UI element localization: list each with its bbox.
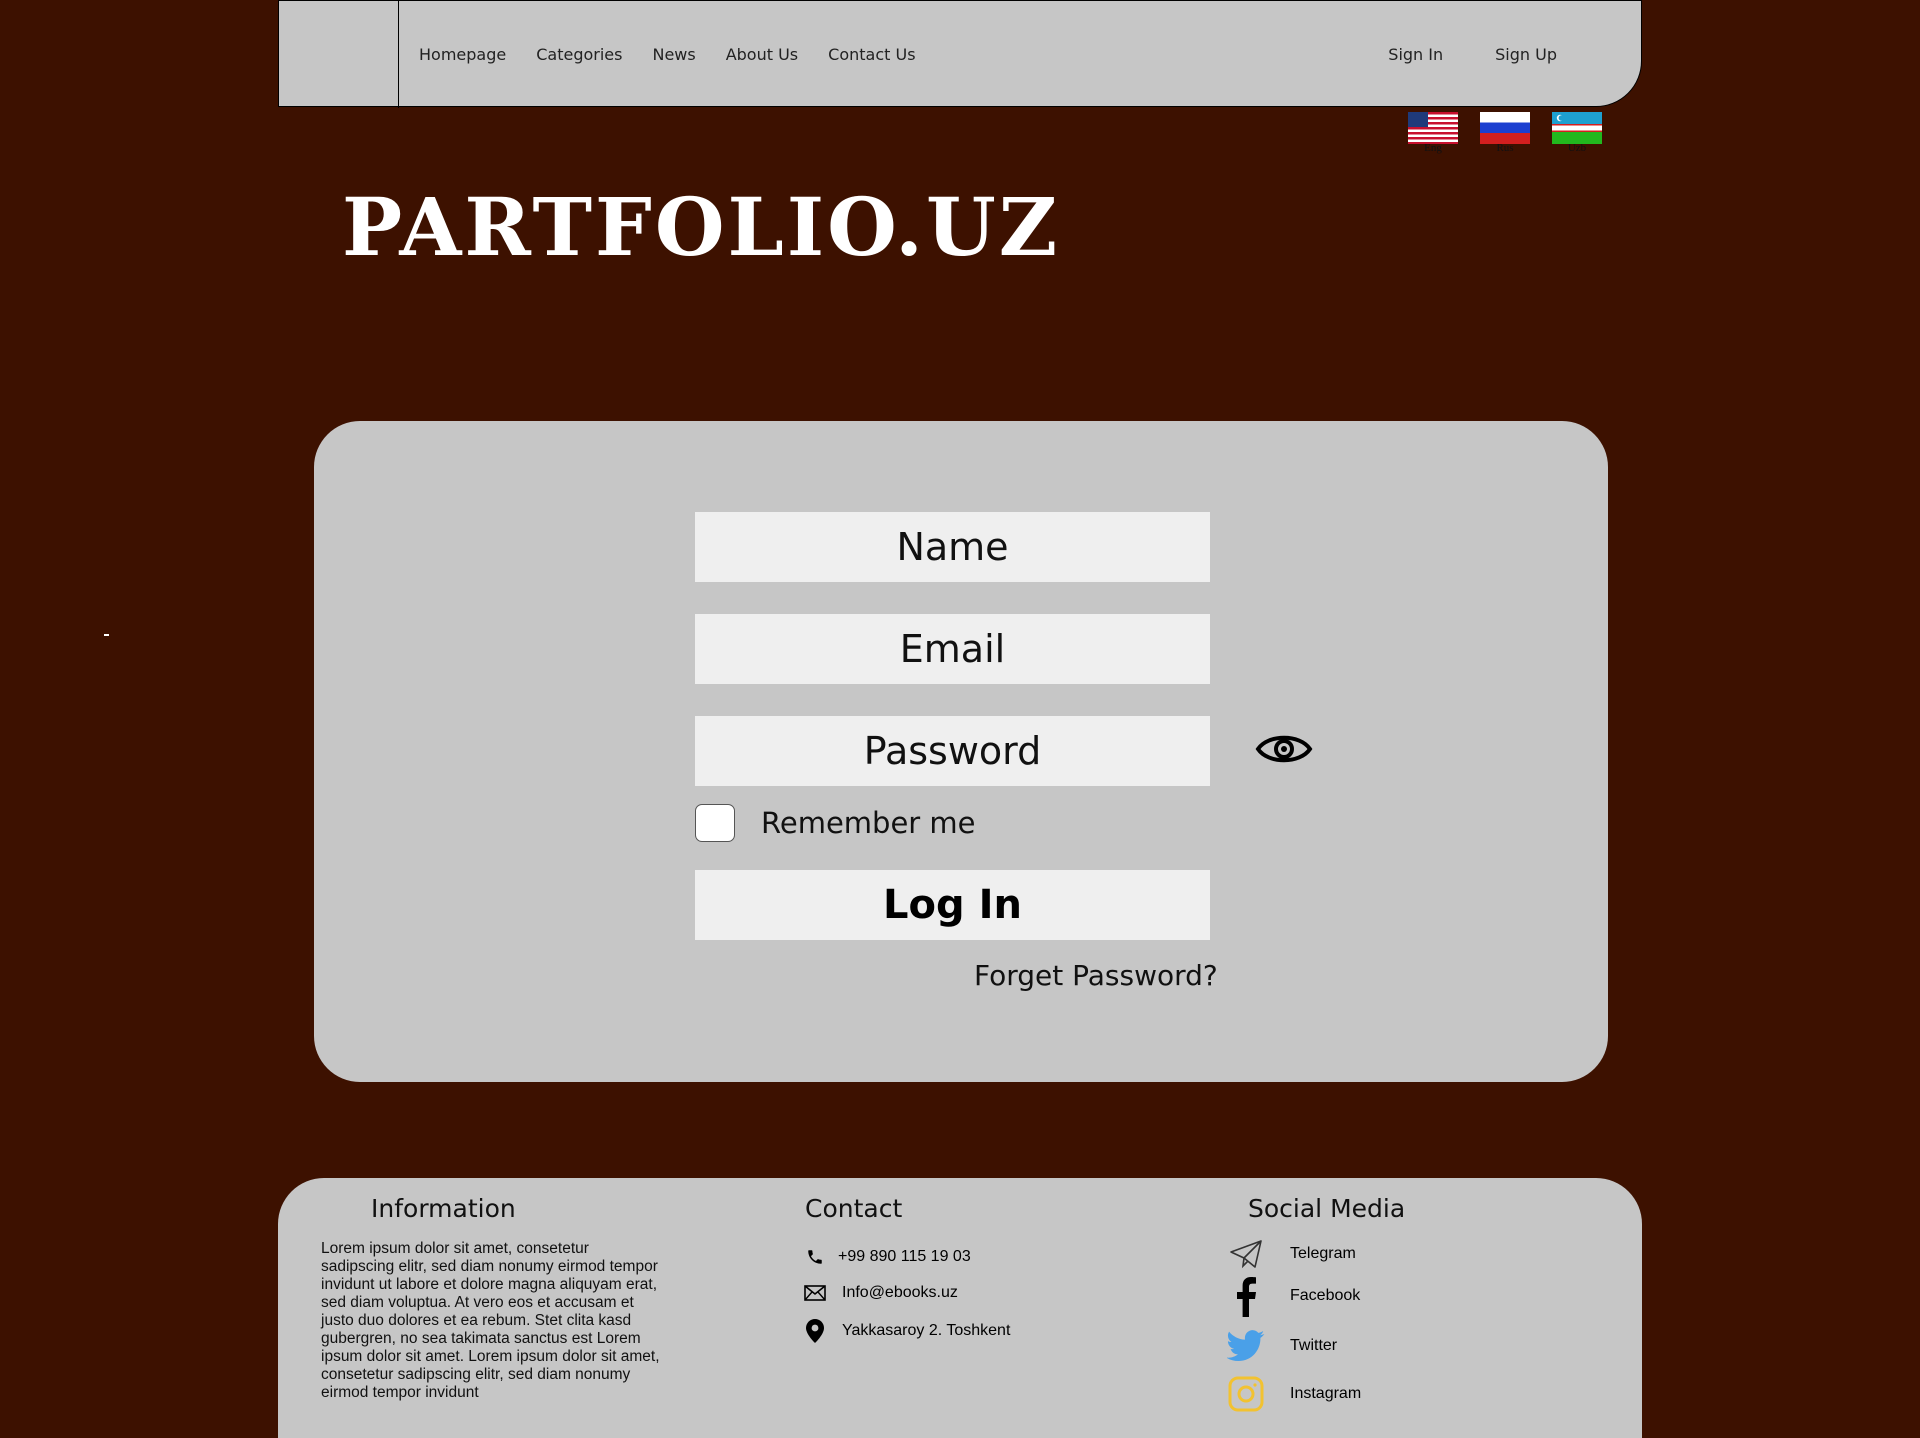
contact-email-text: Info@ebooks.uz <box>842 1284 958 1301</box>
nav-news[interactable]: News <box>652 45 695 64</box>
telegram-icon <box>1226 1234 1266 1274</box>
facebook-icon <box>1226 1276 1266 1317</box>
logo-placeholder[interactable] <box>279 1 399 108</box>
mail-icon <box>804 1282 826 1304</box>
twitter-icon <box>1226 1326 1266 1366</box>
name-input[interactable]: Name <box>695 512 1210 582</box>
language-uzb[interactable]: Uzb <box>1552 112 1602 154</box>
social-twitter[interactable]: Twitter <box>1226 1326 1337 1366</box>
russia-flag-icon <box>1480 112 1530 144</box>
footer: Information Lorem ipsum dolor sit amet, … <box>278 1178 1642 1438</box>
social-instagram-label: Instagram <box>1290 1385 1362 1402</box>
show-password-icon[interactable] <box>1255 729 1313 769</box>
remember-me: Remember me <box>695 804 976 842</box>
site-brand: PARTFOLIO.UZ <box>342 180 1061 274</box>
nav-categories[interactable]: Categories <box>536 45 622 64</box>
location-pin-icon <box>804 1319 826 1343</box>
phone-icon <box>804 1246 826 1268</box>
language-switcher: Eng Rus Uzb <box>1408 112 1602 154</box>
social-facebook-label: Facebook <box>1290 1287 1361 1304</box>
language-rus[interactable]: Rus <box>1480 112 1530 154</box>
contact-address-text: Yakkasaroy 2. Toshkent <box>842 1322 1011 1339</box>
forgot-password-link[interactable]: Forget Password? <box>974 959 1218 992</box>
sign-in-link[interactable]: Sign In <box>1388 45 1443 64</box>
contact-heading: Contact <box>805 1194 903 1223</box>
login-card: Name Email Password Remember me Log In F… <box>314 421 1608 1082</box>
stray-mark <box>104 634 109 636</box>
social-twitter-label: Twitter <box>1290 1337 1338 1354</box>
information-heading: Information <box>371 1194 516 1223</box>
remember-me-checkbox[interactable] <box>695 804 735 842</box>
social-media-heading: Social Media <box>1248 1194 1406 1223</box>
main-nav: Homepage Categories News About Us Contac… <box>419 45 946 64</box>
contact-email[interactable]: Info@ebooks.uz <box>804 1282 958 1304</box>
social-telegram-label: Telegram <box>1290 1245 1356 1262</box>
sign-up-link[interactable]: Sign Up <box>1495 45 1557 64</box>
contact-address[interactable]: Yakkasaroy 2. Toshkent <box>804 1319 1011 1343</box>
contact-phone-text: +99 890 115 19 03 <box>838 1248 971 1265</box>
uzbekistan-flag-icon <box>1552 112 1602 144</box>
us-flag-icon <box>1408 112 1458 144</box>
information-text: Lorem ipsum dolor sit amet, consetetur s… <box>321 1240 660 1401</box>
nav-contact-us[interactable]: Contact Us <box>828 45 915 64</box>
social-facebook[interactable]: Facebook <box>1226 1276 1361 1317</box>
top-navbar: Homepage Categories News About Us Contac… <box>278 0 1642 108</box>
auth-links: Sign In Sign Up <box>1388 45 1557 64</box>
login-button[interactable]: Log In <box>695 870 1210 940</box>
instagram-icon <box>1226 1374 1266 1414</box>
nav-homepage[interactable]: Homepage <box>419 45 506 64</box>
social-telegram[interactable]: Telegram <box>1226 1234 1356 1274</box>
social-instagram[interactable]: Instagram <box>1226 1374 1361 1414</box>
password-input[interactable]: Password <box>695 716 1210 786</box>
email-input[interactable]: Email <box>695 614 1210 684</box>
nav-about-us[interactable]: About Us <box>726 45 798 64</box>
language-eng[interactable]: Eng <box>1408 112 1458 154</box>
contact-phone[interactable]: +99 890 115 19 03 <box>804 1246 971 1268</box>
remember-me-label: Remember me <box>761 806 976 840</box>
